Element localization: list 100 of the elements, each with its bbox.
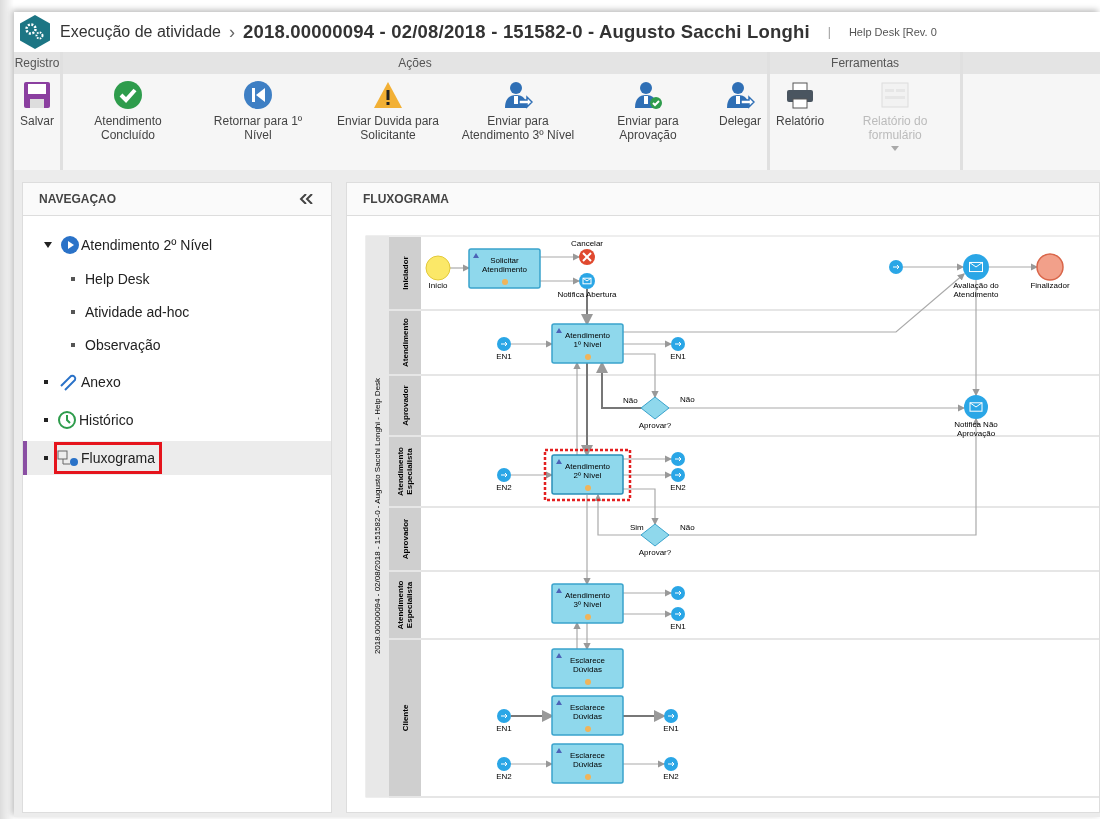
node-label: EN2	[670, 483, 686, 492]
link-event-icon[interactable]	[889, 260, 903, 274]
person-icon	[556, 700, 562, 705]
token-icon	[585, 726, 591, 732]
node-label: EN2	[663, 772, 679, 781]
lane-title: Iniciador	[401, 256, 410, 290]
link-event-icon[interactable]	[664, 709, 678, 723]
lane-header	[389, 437, 421, 506]
collapse-icon[interactable]	[299, 194, 313, 204]
process-name: Help Desk [Rev. 0	[848, 26, 937, 38]
node-label: EN1	[663, 724, 679, 733]
link-event-icon[interactable]	[497, 468, 511, 482]
task-box[interactable]	[551, 743, 624, 784]
node-label: EN1	[670, 622, 686, 631]
play-icon	[61, 236, 79, 254]
link-event-icon[interactable]	[497, 337, 511, 351]
link-event-icon[interactable]	[671, 607, 685, 621]
link-event-icon[interactable]	[671, 452, 685, 466]
person-icon	[473, 253, 479, 258]
flow-arrow	[622, 760, 666, 768]
breadcrumb-separator: ›	[229, 21, 235, 43]
nav-subitem[interactable]: Observação	[85, 336, 161, 353]
link-event-icon[interactable]	[671, 337, 685, 351]
panel-title: NAVEGAÇAO	[39, 192, 117, 206]
end-event[interactable]	[1036, 253, 1064, 281]
lane-header	[389, 508, 421, 570]
envelope-event-icon[interactable]	[964, 395, 988, 419]
edge-label: Não	[623, 396, 638, 405]
nav-subitem[interactable]: Help Desk	[85, 270, 150, 287]
start-event[interactable]	[425, 255, 451, 281]
record-title: 2018.00000094 - 02/08/2018 - 151582-0 - Augusto Sacchi Longhi	[243, 21, 810, 43]
node-label: Finalizador	[1030, 281, 1070, 290]
token-icon	[502, 279, 508, 285]
link-event-icon[interactable]	[671, 468, 685, 482]
task-label: Atendimento 2º Nível	[565, 462, 610, 480]
node-label: EN2	[496, 772, 512, 781]
task-box[interactable]	[468, 248, 541, 289]
group-label: Registro	[14, 52, 60, 74]
task-label: Solicitar Atendimento	[482, 256, 527, 274]
link-event-icon[interactable]	[671, 586, 685, 600]
nav-item[interactable]: Atendimento 2º Nível	[58, 229, 220, 261]
user-arrow-icon	[503, 80, 533, 110]
panel-title: FLUXOGRAMA	[363, 192, 449, 206]
nav-item[interactable]: Histórico	[54, 403, 141, 437]
toolbar-button[interactable]: Retornar para 1º Nível	[193, 74, 323, 170]
flow-arrow	[622, 610, 673, 618]
flow-arrow	[449, 264, 471, 272]
decision-diamond[interactable]	[640, 396, 670, 420]
task-box[interactable]	[551, 454, 624, 495]
task-box[interactable]	[551, 323, 624, 364]
envelope-event-icon[interactable]	[963, 254, 989, 280]
flow-arrow	[510, 340, 554, 348]
node-label: EN1	[496, 352, 512, 361]
node-label: EN1	[670, 352, 686, 361]
task-box[interactable]	[551, 695, 624, 736]
node-label: Aprovar?	[638, 548, 672, 557]
person-icon	[556, 588, 562, 593]
toolbar-button[interactable]: Enviar para Atendimento 3º Nível	[453, 74, 583, 170]
person-icon	[556, 459, 562, 464]
user-arrow-icon	[725, 80, 756, 110]
toolbar-button[interactable]: Delegar	[713, 74, 768, 170]
link-event-icon[interactable]	[497, 757, 511, 771]
group-label: Ferramentas	[770, 52, 961, 74]
nav-subitem[interactable]: Atividade ad-hoc	[85, 303, 190, 320]
toolbar-button[interactable]: Relatório	[770, 74, 831, 170]
person-icon	[556, 748, 562, 753]
person-icon	[556, 328, 562, 333]
lane-title: Atendimento Especialista	[396, 580, 414, 630]
task-box[interactable]	[551, 583, 624, 624]
flow-arrow	[583, 622, 591, 651]
token-icon	[585, 774, 591, 780]
edge-label: Não	[680, 395, 695, 404]
expand-caret-icon[interactable]	[44, 242, 52, 248]
lane-title: Cliente	[401, 704, 410, 732]
task-label: Esclarece Dúvidas	[569, 703, 606, 721]
toolbar-button[interactable]: Enviar Duvida para Solicitante	[323, 74, 453, 170]
cancel-event-icon[interactable]	[579, 249, 595, 265]
lane-header	[389, 311, 421, 374]
printer-icon	[785, 80, 816, 110]
link-event-icon[interactable]	[497, 709, 511, 723]
token-icon	[585, 354, 591, 360]
flow-arrow	[539, 253, 581, 261]
task-box[interactable]	[551, 648, 624, 689]
edge-label: Não	[680, 523, 695, 532]
nav-item[interactable]: Fluxograma	[54, 442, 162, 474]
flow-arrow	[539, 277, 581, 285]
toolbar-button[interactable]: Atendimento Concluído	[63, 74, 193, 170]
nav-item[interactable]: Anexo	[54, 366, 128, 398]
link-event-icon[interactable]	[664, 757, 678, 771]
node-label: Notifica Não Aprovação	[954, 420, 998, 438]
flow-arrow	[573, 621, 581, 650]
lane-header	[389, 376, 421, 435]
toolbar-button[interactable]: Enviar para Aprovação	[583, 74, 713, 170]
page-title: Execução de atividade	[60, 23, 221, 41]
node-label: EN2	[496, 483, 512, 492]
user-check-icon	[633, 80, 663, 110]
node-label: Cancelar	[571, 239, 603, 248]
toolbar-button[interactable]: Salvar	[14, 74, 60, 170]
envelope-event-icon[interactable]	[579, 273, 595, 289]
flow-arrow	[902, 263, 965, 271]
